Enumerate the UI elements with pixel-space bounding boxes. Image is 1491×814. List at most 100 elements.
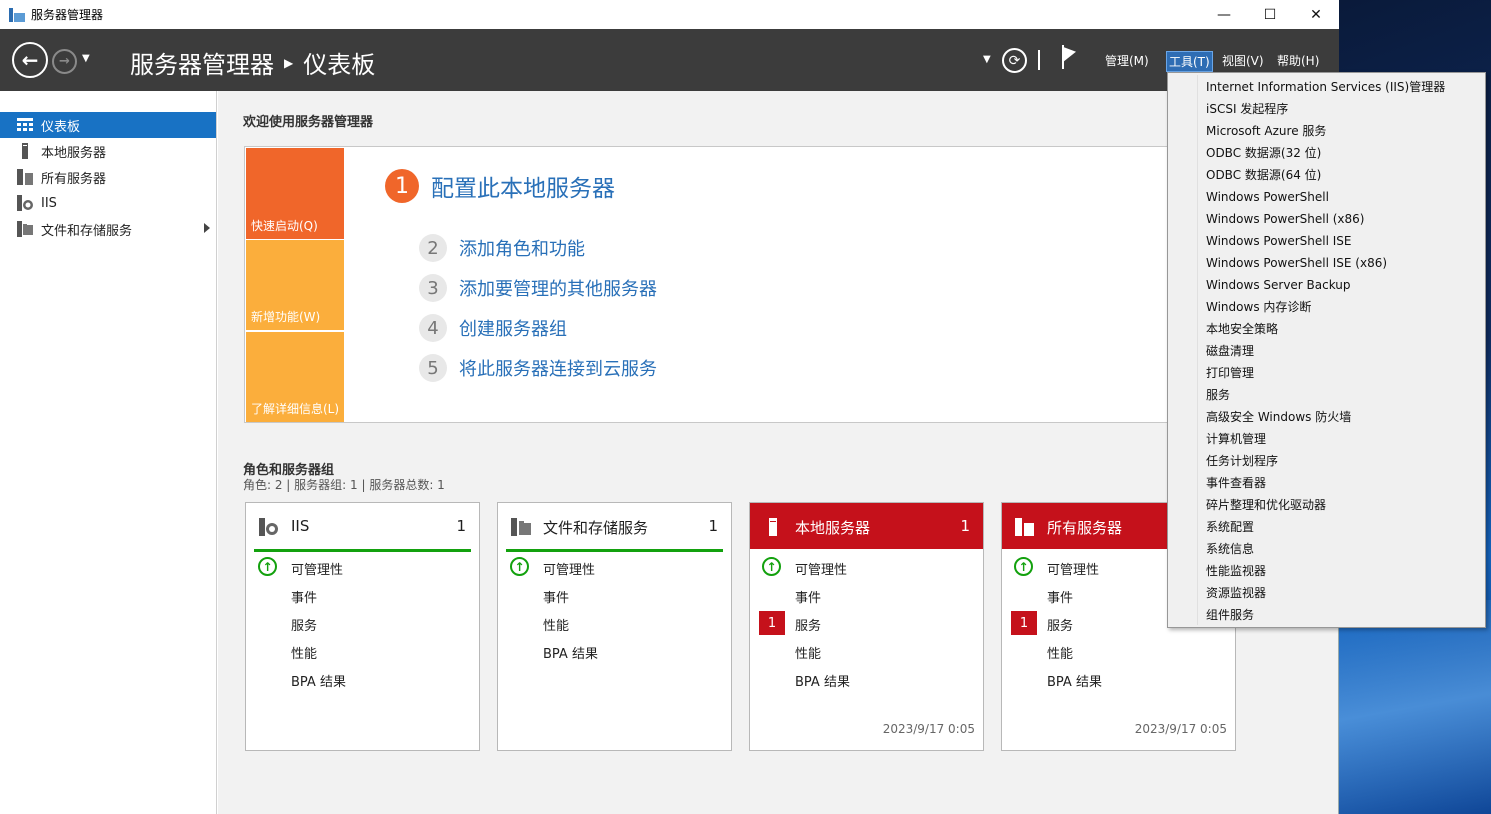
menu-item-event-viewer[interactable]: 事件查看器 (1206, 472, 1482, 494)
folder-server-icon (17, 221, 33, 237)
row-performance[interactable]: 性能 (543, 615, 569, 634)
menu-item-system-configuration[interactable]: 系统配置 (1206, 516, 1482, 538)
maximize-button[interactable]: ☐ (1247, 0, 1293, 29)
menu-item-powershell-x86[interactable]: Windows PowerShell (x86) (1206, 208, 1482, 230)
menu-item-system-information[interactable]: 系统信息 (1206, 538, 1482, 560)
forward-arrow-icon[interactable]: → (52, 49, 77, 74)
step-link[interactable]: 添加要管理的其他服务器 (459, 275, 657, 301)
step-link[interactable]: 添加角色和功能 (459, 235, 585, 261)
learn-more-tile-label: 了解详细信息(L) (251, 402, 340, 416)
menu-item-firewall[interactable]: 高级安全 Windows 防火墙 (1206, 406, 1482, 428)
menu-item-services[interactable]: 服务 (1206, 384, 1482, 406)
menu-help[interactable]: 帮助(H) (1275, 51, 1321, 70)
menu-item-disk-cleanup[interactable]: 磁盘清理 (1206, 340, 1482, 362)
sidebar-item-file-storage[interactable]: 文件和存储服务 (0, 216, 216, 242)
role-card-local-server[interactable]: 本地服务器 1 ↑ 可管理性 事件 1 服务 性能 BPA 结果 2023/9/… (749, 502, 984, 751)
step-connect-cloud[interactable]: 5 将此服务器连接到云服务 (419, 354, 657, 382)
card-header[interactable]: 本地服务器 1 (750, 503, 983, 549)
quickstart-tile[interactable]: 快速启动(Q) (246, 148, 344, 239)
menu-item-iscsi-initiator[interactable]: iSCSI 发起程序 (1206, 98, 1482, 120)
menu-item-powershell-ise[interactable]: Windows PowerShell ISE (1206, 230, 1482, 252)
card-header[interactable]: IIS 1 (246, 503, 479, 549)
quickstart-panel: 快速启动(Q) 新增功能(W) 了解详细信息(L) 1 配置此本地服务器 2 添… (244, 146, 1174, 423)
card-timestamp: 2023/9/17 0:05 (882, 722, 975, 736)
welcome-title: 欢迎使用服务器管理器 (243, 115, 374, 130)
row-performance[interactable]: 性能 (291, 643, 317, 662)
learn-more-tile[interactable]: 了解详细信息(L) (246, 332, 344, 422)
menu-item-local-security-policy[interactable]: 本地安全策略 (1206, 318, 1482, 340)
history-dropdown-icon[interactable]: ▼ (82, 53, 90, 64)
menu-item-resource-monitor[interactable]: 资源监视器 (1206, 582, 1482, 604)
row-manageability[interactable]: 可管理性 (543, 559, 595, 578)
menu-item-powershell[interactable]: Windows PowerShell (1206, 186, 1482, 208)
card-title: IIS (291, 517, 310, 535)
title-bar: 服务器管理器 — ☐ ✕ (0, 0, 1339, 29)
row-manageability[interactable]: 可管理性 (795, 559, 847, 578)
row-events[interactable]: 事件 (543, 587, 569, 606)
expand-arrow-icon[interactable] (204, 223, 210, 233)
row-events[interactable]: 事件 (291, 587, 317, 606)
minimize-button[interactable]: — (1201, 0, 1247, 29)
menu-item-iis-manager[interactable]: Internet Information Services (IIS)管理器 (1206, 76, 1482, 98)
sidebar-item-iis[interactable]: IIS (0, 190, 216, 216)
sidebar-item-local-server[interactable]: 本地服务器 (0, 138, 216, 164)
sidebar-item-label: 所有服务器 (41, 171, 107, 187)
menu-item-odbc-64[interactable]: ODBC 数据源(64 位) (1206, 164, 1482, 186)
step-add-servers[interactable]: 3 添加要管理的其他服务器 (419, 274, 657, 302)
menu-item-print-management[interactable]: 打印管理 (1206, 362, 1482, 384)
menu-item-computer-management[interactable]: 计算机管理 (1206, 428, 1482, 450)
step-link[interactable]: 将此服务器连接到云服务 (459, 355, 657, 381)
window-title: 服务器管理器 (31, 8, 104, 22)
role-card-file-storage[interactable]: 文件和存储服务 1 ↑ 可管理性 事件 性能 BPA 结果 (497, 502, 732, 751)
breadcrumb-root[interactable]: 服务器管理器 (130, 45, 274, 80)
menu-item-task-scheduler[interactable]: 任务计划程序 (1206, 450, 1482, 472)
row-events[interactable]: 事件 (1047, 587, 1073, 606)
refresh-icon[interactable]: ⟳ (1002, 48, 1027, 73)
menu-item-odbc-32[interactable]: ODBC 数据源(32 位) (1206, 142, 1482, 164)
step-link[interactable]: 创建服务器组 (459, 315, 567, 341)
row-bpa[interactable]: BPA 结果 (795, 671, 850, 690)
server-manager-app-icon (9, 7, 25, 22)
menu-item-powershell-ise-x86[interactable]: Windows PowerShell ISE (x86) (1206, 252, 1482, 274)
menu-view[interactable]: 视图(V) (1220, 51, 1266, 70)
row-services[interactable]: 服务 (795, 615, 821, 634)
flag-icon[interactable] (1060, 44, 1078, 69)
step-configure-local-server[interactable]: 1 配置此本地服务器 (385, 169, 615, 203)
breadcrumb: 服务器管理器 ▶ 仪表板 (130, 45, 375, 80)
step-link[interactable]: 配置此本地服务器 (431, 169, 615, 203)
row-performance[interactable]: 性能 (1047, 643, 1073, 662)
whats-new-tile-label: 新增功能(W) (251, 310, 321, 324)
server-icon (763, 518, 783, 536)
card-header[interactable]: 文件和存储服务 1 (498, 503, 731, 549)
card-title: 本地服务器 (795, 519, 871, 537)
step-create-group[interactable]: 4 创建服务器组 (419, 314, 567, 342)
row-bpa[interactable]: BPA 结果 (291, 671, 346, 690)
menu-manage[interactable]: 管理(M) (1103, 51, 1151, 70)
row-events[interactable]: 事件 (795, 587, 821, 606)
row-services[interactable]: 服务 (1047, 615, 1073, 634)
menu-item-server-backup[interactable]: Windows Server Backup (1206, 274, 1482, 296)
close-button[interactable]: ✕ (1293, 0, 1339, 29)
row-manageability[interactable]: 可管理性 (291, 559, 343, 578)
chevron-down-icon[interactable]: ▼ (983, 54, 991, 65)
menu-item-component-services[interactable]: 组件服务 (1206, 604, 1482, 626)
back-arrow-icon[interactable]: ← (12, 42, 48, 78)
row-bpa[interactable]: BPA 结果 (1047, 671, 1102, 690)
menu-item-performance-monitor[interactable]: 性能监视器 (1206, 560, 1482, 582)
row-bpa[interactable]: BPA 结果 (543, 643, 598, 662)
menu-item-azure-services[interactable]: Microsoft Azure 服务 (1206, 120, 1482, 142)
menu-item-defrag[interactable]: 碎片整理和优化驱动器 (1206, 494, 1482, 516)
menu-tools[interactable]: 工具(T) (1166, 51, 1213, 72)
whats-new-tile[interactable]: 新增功能(W) (246, 240, 344, 330)
step-add-roles[interactable]: 2 添加角色和功能 (419, 234, 585, 262)
sidebar-item-dashboard[interactable]: 仪表板 (0, 112, 216, 138)
row-performance[interactable]: 性能 (795, 643, 821, 662)
servers-icon (1015, 518, 1035, 536)
server-manager-window: 服务器管理器 — ☐ ✕ ← → ▼ 服务器管理器 ▶ 仪表板 ▼ ⟳ 管理(M… (0, 0, 1339, 814)
row-manageability[interactable]: 可管理性 (1047, 559, 1099, 578)
menu-item-memory-diagnostic[interactable]: Windows 内存诊断 (1206, 296, 1482, 318)
row-services[interactable]: 服务 (291, 615, 317, 634)
sidebar-item-all-servers[interactable]: 所有服务器 (0, 164, 216, 190)
role-card-iis[interactable]: IIS 1 ↑ 可管理性 事件 服务 性能 BPA 结果 (245, 502, 480, 751)
sidebar-item-label: 仪表板 (41, 119, 81, 135)
